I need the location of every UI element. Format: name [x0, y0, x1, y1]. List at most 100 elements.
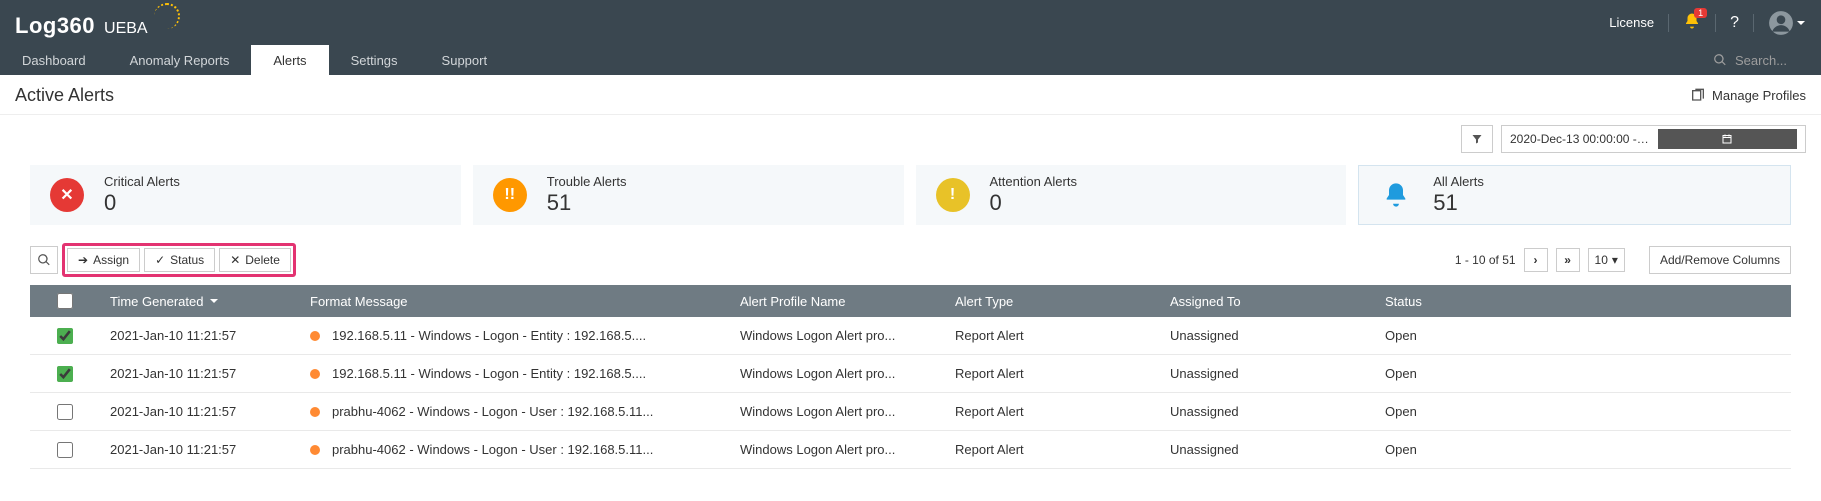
filter-button[interactable] — [1461, 125, 1493, 153]
table-row[interactable]: 2021-Jan-10 11:21:57prabhu-4062 - Window… — [30, 393, 1791, 431]
logo-arc-icon — [154, 3, 180, 29]
card-value: 51 — [547, 190, 627, 216]
assign-label: Assign — [93, 253, 129, 267]
funnel-icon — [1471, 133, 1483, 145]
cell-profile: Windows Logon Alert pro... — [740, 366, 955, 381]
card-all-alerts[interactable]: All Alerts 51 — [1358, 165, 1791, 225]
severity-dot-icon — [310, 331, 320, 341]
card-critical-alerts[interactable]: ✕ Critical Alerts 0 — [30, 165, 461, 225]
col-assigned-to[interactable]: Assigned To — [1170, 294, 1385, 309]
calendar-icon — [1658, 129, 1798, 149]
assign-button[interactable]: ➔ Assign — [67, 248, 140, 272]
row-checkbox[interactable] — [57, 366, 73, 382]
cell-time: 2021-Jan-10 11:21:57 — [110, 366, 310, 381]
card-label: Attention Alerts — [990, 174, 1077, 190]
last-page-button[interactable]: » — [1556, 248, 1580, 272]
card-attention-alerts[interactable]: ! Attention Alerts 0 — [916, 165, 1347, 225]
cell-time: 2021-Jan-10 11:21:57 — [110, 404, 310, 419]
avatar-icon — [1768, 10, 1794, 36]
profiles-icon — [1690, 88, 1706, 104]
cell-message: 192.168.5.11 - Windows - Logon - Entity … — [310, 366, 740, 381]
all-alerts-icon — [1379, 178, 1413, 212]
card-value: 0 — [990, 190, 1077, 216]
col-format-message[interactable]: Format Message — [310, 294, 740, 309]
cell-type: Report Alert — [955, 404, 1170, 419]
row-checkbox[interactable] — [57, 442, 73, 458]
page-title: Active Alerts — [15, 85, 114, 106]
manage-profiles-button[interactable]: Manage Profiles — [1690, 88, 1806, 104]
col-time-generated[interactable]: Time Generated — [110, 294, 310, 309]
tab-support[interactable]: Support — [420, 45, 510, 75]
manage-profiles-label: Manage Profiles — [1712, 88, 1806, 103]
cell-message: 192.168.5.11 - Windows - Logon - Entity … — [310, 328, 740, 343]
cell-type: Report Alert — [955, 442, 1170, 457]
cell-message: prabhu-4062 - Windows - Logon - User : 1… — [310, 404, 740, 419]
topbar: Log360 UEBA License 1 ? — [0, 0, 1821, 45]
cell-assigned: Unassigned — [1170, 328, 1385, 343]
add-remove-columns-button[interactable]: Add/Remove Columns — [1649, 246, 1791, 274]
table-row[interactable]: 2021-Jan-10 11:21:57192.168.5.11 - Windo… — [30, 317, 1791, 355]
tab-dashboard[interactable]: Dashboard — [0, 45, 108, 75]
page-size-select[interactable]: 10 ▾ — [1588, 248, 1625, 272]
tab-settings[interactable]: Settings — [329, 45, 420, 75]
card-trouble-alerts[interactable]: !! Trouble Alerts 51 — [473, 165, 904, 225]
separator — [1668, 14, 1669, 32]
severity-dot-icon — [310, 445, 320, 455]
notification-count: 1 — [1694, 8, 1707, 18]
arrow-right-icon: ➔ — [78, 253, 88, 267]
trouble-icon: !! — [493, 178, 527, 212]
card-label: All Alerts — [1433, 174, 1484, 190]
license-link[interactable]: License — [1609, 15, 1654, 30]
tab-anomaly-reports[interactable]: Anomaly Reports — [108, 45, 252, 75]
sort-desc-icon — [209, 294, 219, 309]
notifications-button[interactable]: 1 — [1683, 12, 1701, 33]
cell-type: Report Alert — [955, 328, 1170, 343]
search-icon — [37, 253, 51, 267]
tab-alerts[interactable]: Alerts — [251, 45, 328, 75]
logo-sub: UEBA — [104, 20, 148, 38]
table-row[interactable]: 2021-Jan-10 11:21:57prabhu-4062 - Window… — [30, 431, 1791, 469]
cell-assigned: Unassigned — [1170, 404, 1385, 419]
table-row[interactable]: 2021-Jan-10 11:21:57192.168.5.11 - Windo… — [30, 355, 1791, 393]
search-icon — [1713, 53, 1727, 67]
user-menu[interactable] — [1768, 10, 1806, 36]
alerts-table: Time Generated Format Message Alert Prof… — [30, 285, 1791, 469]
bulk-actions-group: ➔ Assign ✓ Status ✕ Delete — [62, 243, 296, 277]
delete-button[interactable]: ✕ Delete — [219, 248, 291, 272]
date-range-text: 2020-Dec-13 00:00:00 - 2021-Jan-11 23... — [1510, 132, 1650, 146]
logo: Log360 UEBA — [15, 7, 180, 39]
critical-icon: ✕ — [50, 178, 84, 212]
next-page-button[interactable]: › — [1524, 248, 1548, 272]
col-status[interactable]: Status — [1385, 294, 1791, 309]
delete-label: Delete — [245, 253, 280, 267]
status-label: Status — [170, 253, 204, 267]
cell-profile: Windows Logon Alert pro... — [740, 442, 955, 457]
chevron-down-icon: ▾ — [1612, 253, 1618, 267]
status-button[interactable]: ✓ Status — [144, 248, 215, 272]
cell-status: Open — [1385, 442, 1791, 457]
search-placeholder: Search... — [1735, 53, 1787, 68]
row-checkbox[interactable] — [57, 328, 73, 344]
search-input[interactable]: Search... — [1701, 45, 1821, 75]
card-value: 0 — [104, 190, 180, 216]
separator — [1753, 14, 1754, 32]
cell-assigned: Unassigned — [1170, 366, 1385, 381]
card-value: 51 — [1433, 190, 1484, 216]
separator — [1715, 14, 1716, 32]
col-alert-type[interactable]: Alert Type — [955, 294, 1170, 309]
row-checkbox[interactable] — [57, 404, 73, 420]
help-button[interactable]: ? — [1730, 14, 1739, 32]
logo-main: Log360 — [15, 13, 95, 39]
chevron-down-icon — [1796, 18, 1806, 28]
cell-assigned: Unassigned — [1170, 442, 1385, 457]
cell-type: Report Alert — [955, 366, 1170, 381]
cell-message: prabhu-4062 - Windows - Logon - User : 1… — [310, 442, 740, 457]
cell-time: 2021-Jan-10 11:21:57 — [110, 328, 310, 343]
select-all-checkbox[interactable] — [57, 293, 73, 309]
severity-dot-icon — [310, 407, 320, 417]
date-range-picker[interactable]: 2020-Dec-13 00:00:00 - 2021-Jan-11 23... — [1501, 125, 1806, 153]
cell-status: Open — [1385, 404, 1791, 419]
table-search-button[interactable] — [30, 246, 58, 274]
paging-summary: 1 - 10 of 51 — [1455, 253, 1516, 267]
col-alert-profile[interactable]: Alert Profile Name — [740, 294, 955, 309]
